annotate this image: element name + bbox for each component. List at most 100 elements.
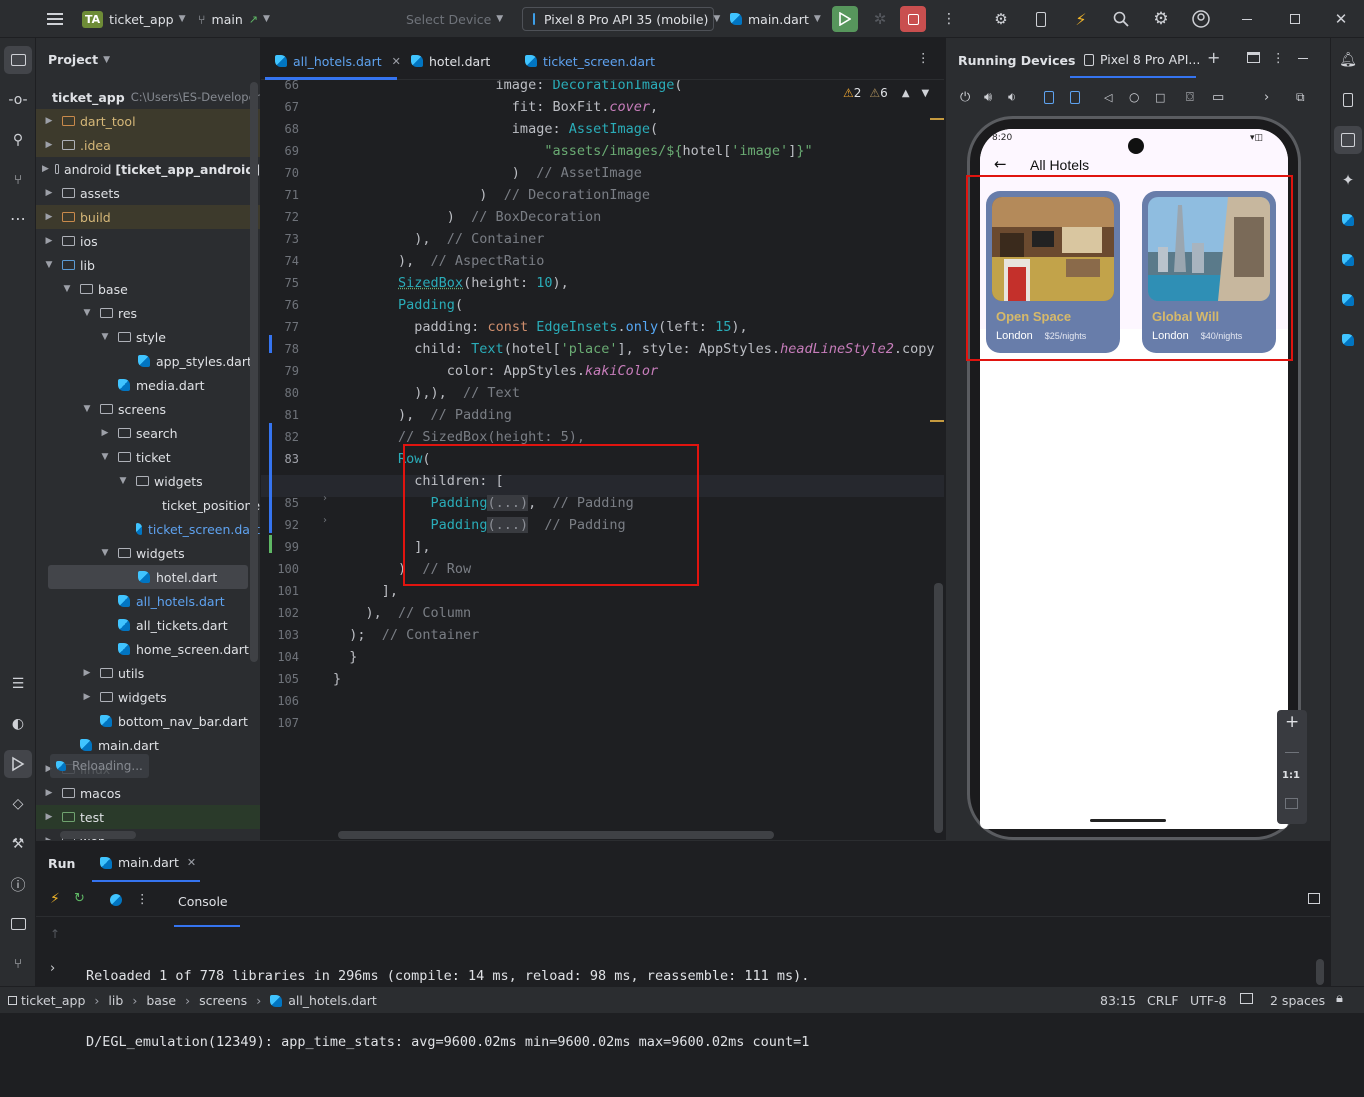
hot-reload-icon[interactable]: ⚡ bbox=[1068, 6, 1094, 32]
run-button[interactable] bbox=[832, 6, 858, 32]
tree-item-ticket-widgets[interactable]: ▼ widgets bbox=[36, 469, 260, 493]
console-scrollbar[interactable] bbox=[1316, 959, 1324, 985]
tree-item-media[interactable]: media.dart bbox=[36, 373, 260, 397]
breadcrumb-item[interactable]: all_hotels.dart bbox=[288, 993, 377, 1008]
tree-item-bottom-nav-bar[interactable]: bottom_nav_bar.dart bbox=[36, 709, 260, 733]
flutter-outline-icon[interactable] bbox=[1334, 246, 1362, 274]
indent-setting[interactable]: 2 spaces bbox=[1270, 993, 1325, 1008]
back-icon[interactable]: ◁ bbox=[1104, 91, 1112, 104]
branch-selector[interactable]: ⑂ main ↗ ▼ bbox=[198, 8, 270, 30]
tree-item-app-styles[interactable]: app_styles.dart bbox=[36, 349, 260, 373]
chevron-down-icon[interactable]: ▼ bbox=[922, 88, 930, 99]
tree-item-all-hotels[interactable]: all_hotels.dart bbox=[36, 589, 260, 613]
running-devices-icon[interactable] bbox=[1334, 126, 1362, 154]
tree-item-style[interactable]: ▼ style bbox=[36, 325, 260, 349]
settings-gear-icon[interactable]: ⚙ bbox=[1148, 6, 1174, 32]
close-icon[interactable]: ✕ bbox=[1328, 6, 1354, 32]
run-panel-icon[interactable] bbox=[4, 750, 32, 778]
editor-v-scrollbar[interactable] bbox=[934, 583, 943, 833]
tree-item-ios[interactable]: ▶ ios bbox=[36, 229, 260, 253]
tree-root[interactable]: ticket_app C:\Users\ES-Developer bbox=[36, 85, 260, 109]
tree-item-base[interactable]: ▼ base bbox=[36, 277, 260, 301]
flutter-performance-icon[interactable]: ◐ bbox=[4, 710, 32, 738]
notifications-icon[interactable]: 🔔︎ bbox=[1334, 46, 1362, 74]
close-tab-icon[interactable]: ✕ bbox=[187, 856, 196, 869]
run-config-dropdown[interactable]: main.dart ▼ bbox=[730, 8, 821, 30]
home-icon[interactable]: ○ bbox=[1129, 90, 1139, 104]
comment-icon[interactable] bbox=[1240, 993, 1253, 1004]
tree-item-widgets-2[interactable]: ▶ widgets bbox=[36, 685, 260, 709]
problems-icon[interactable]: ⓘ bbox=[4, 870, 32, 898]
project-folder-icon[interactable] bbox=[4, 46, 32, 74]
pull-requests-icon[interactable]: ⑂ bbox=[4, 166, 32, 194]
device-explorer-icon[interactable] bbox=[1334, 86, 1362, 114]
flutter-devtools-icon[interactable] bbox=[1334, 286, 1362, 314]
tree-item-home-screen[interactable]: home_screen.dart bbox=[36, 637, 260, 661]
zoom-fit-icon[interactable] bbox=[1285, 798, 1298, 809]
tree-item-dart-tool[interactable]: ▶ dart_tool bbox=[36, 109, 260, 133]
tree-item-search[interactable]: ▶ search bbox=[36, 421, 260, 445]
devtools-icon[interactable] bbox=[110, 894, 122, 906]
search-icon[interactable] bbox=[1108, 6, 1134, 32]
select-device-dropdown[interactable]: Select Device ▼ bbox=[406, 8, 503, 30]
tree-item-hotel[interactable]: hotel.dart bbox=[48, 565, 248, 589]
more-horizontal-icon[interactable]: ⋯ bbox=[4, 204, 32, 232]
restore-layout-icon[interactable] bbox=[1308, 893, 1320, 904]
tree-item-widgets[interactable]: ▼ widgets bbox=[36, 541, 260, 565]
rotate-left-icon[interactable] bbox=[1044, 90, 1054, 104]
fold-icon[interactable]: › bbox=[323, 515, 327, 526]
debug-icon[interactable]: ✲ bbox=[867, 6, 893, 32]
diamond-icon[interactable]: ◇ bbox=[4, 790, 32, 818]
list-icon[interactable]: ☰ bbox=[4, 670, 32, 698]
close-tab-icon[interactable]: ✕ bbox=[392, 55, 401, 68]
device-manager-icon[interactable] bbox=[1028, 6, 1054, 32]
account-icon[interactable] bbox=[1188, 6, 1214, 32]
tree-item-idea[interactable]: ▶ .idea bbox=[36, 133, 260, 157]
editor-h-scrollbar[interactable] bbox=[338, 831, 774, 839]
chevron-right-icon[interactable]: › bbox=[1264, 90, 1269, 105]
power-icon[interactable]: ⏻ bbox=[960, 90, 970, 105]
file-encoding[interactable]: UTF-8 bbox=[1190, 993, 1226, 1008]
tree-item-ticket-screen[interactable]: ticket_screen.dart bbox=[36, 517, 260, 541]
more-vertical-icon[interactable]: ⋮ bbox=[936, 6, 962, 32]
volume-down-icon[interactable]: 🔉︎ bbox=[1008, 90, 1016, 105]
zoom-out-icon[interactable] bbox=[1285, 752, 1299, 753]
tab-ticket-screen[interactable]: ticket_screen.dart bbox=[525, 52, 655, 70]
scroll-up-icon[interactable]: ↑ bbox=[50, 927, 60, 941]
zoom-actual-size[interactable]: 1:1 bbox=[1282, 770, 1300, 781]
breadcrumb-item[interactable]: screens bbox=[199, 993, 247, 1008]
project-panel-header[interactable]: Project ▼ bbox=[48, 52, 110, 67]
hot-reload-icon[interactable]: ⚡ bbox=[50, 891, 60, 907]
hide-panel-icon[interactable] bbox=[1298, 58, 1308, 59]
lock-icon[interactable]: 🔒︎ bbox=[1336, 991, 1343, 1006]
terminal-icon[interactable] bbox=[4, 910, 32, 938]
tab-all-hotels[interactable]: all_hotels.dart ✕ bbox=[275, 52, 401, 70]
tree-item-test[interactable]: ▶ test bbox=[36, 805, 260, 829]
commit-icon[interactable]: -o- bbox=[4, 86, 32, 114]
structure-icon[interactable]: ⚲ bbox=[4, 126, 32, 154]
device-tab[interactable]: Pixel 8 Pro API... bbox=[1084, 52, 1200, 67]
tree-item-lib[interactable]: ▼ lib bbox=[36, 253, 260, 277]
layout-icon[interactable] bbox=[1247, 52, 1260, 63]
volume-up-icon[interactable]: 🔊︎ bbox=[984, 90, 992, 105]
tree-item-build[interactable]: ▶ build bbox=[36, 205, 260, 229]
tree-item-screens[interactable]: ▼ screens bbox=[36, 397, 260, 421]
error-stripe-mark[interactable] bbox=[930, 118, 944, 120]
flutter-deep-links-icon[interactable] bbox=[1334, 326, 1362, 354]
build-icon[interactable]: ⚒ bbox=[4, 830, 32, 858]
minimize-icon[interactable] bbox=[1234, 6, 1260, 32]
back-arrow-icon[interactable]: ← bbox=[994, 155, 1007, 173]
tree-item-macos[interactable]: ▶ macos bbox=[36, 781, 260, 805]
chevron-right-icon[interactable]: › bbox=[50, 961, 55, 976]
chevron-up-icon[interactable]: ▲ bbox=[902, 88, 910, 99]
flutter-inspector-icon[interactable]: ⚙ bbox=[988, 6, 1014, 32]
tree-item-assets[interactable]: ▶ assets bbox=[36, 181, 260, 205]
mirror-icon[interactable]: ⧉ bbox=[1296, 90, 1305, 105]
gesture-bar[interactable] bbox=[1090, 819, 1166, 822]
zoom-in-icon[interactable]: + bbox=[1285, 712, 1299, 732]
hot-restart-icon[interactable]: ↻ bbox=[74, 891, 85, 906]
git-icon[interactable]: ⑂ bbox=[4, 950, 32, 978]
tree-item-res[interactable]: ▼ res bbox=[36, 301, 260, 325]
tab-hotel[interactable]: hotel.dart bbox=[411, 52, 490, 70]
error-stripe-mark[interactable] bbox=[930, 420, 944, 422]
